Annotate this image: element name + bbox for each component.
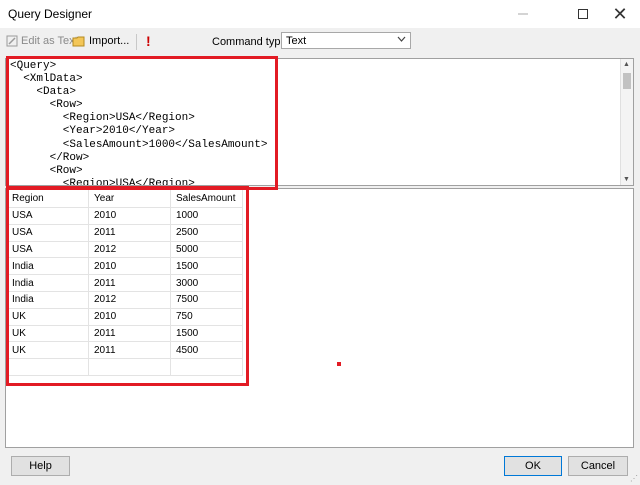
cell-region: UK (6, 341, 89, 360)
table-row[interactable]: UK 2011 4500 (6, 341, 243, 360)
table-row[interactable]: USA 2012 5000 (6, 240, 243, 259)
cell-year: 2010 (88, 257, 171, 276)
chevron-down-icon (397, 34, 406, 45)
cell-region: India (6, 274, 89, 292)
query-line: <Query> (10, 60, 57, 72)
cell-region (6, 358, 89, 376)
run-button[interactable]: ! (146, 32, 151, 50)
cell-year: 2010 (88, 207, 171, 225)
folder-icon (72, 36, 85, 47)
window-title: Query Designer (8, 7, 93, 21)
query-text[interactable]: <Query> <XmlData> <Data> <Row> <Region>U… (6, 59, 633, 186)
toolbar-separator (136, 34, 137, 50)
cell-salesamount: 5000 (170, 240, 243, 259)
query-line: </Row> (10, 151, 90, 164)
cell-region: India (6, 257, 89, 276)
cell-salesamount: 3000 (170, 274, 243, 292)
table-row[interactable]: USA 2010 1000 (6, 207, 243, 225)
cell-year: 2011 (88, 324, 171, 343)
cell-year (88, 358, 171, 376)
minimize-icon (518, 13, 528, 15)
cell-region: India (6, 290, 89, 309)
cancel-button[interactable]: Cancel (568, 456, 628, 476)
column-header-salesamount: SalesAmount (170, 189, 243, 208)
cell-year: 2011 (88, 274, 171, 292)
cell-salesamount: 750 (170, 307, 243, 326)
cell-salesamount (170, 358, 243, 376)
cell-salesamount: 2500 (170, 223, 243, 242)
close-icon: ✕ (612, 3, 628, 24)
cell-year: 2010 (88, 307, 171, 326)
query-line: <Row> (10, 164, 83, 177)
cell-region: UK (6, 307, 89, 326)
cell-year: 2011 (88, 223, 171, 242)
results-grid: Region Year SalesAmount USA 2010 1000 USA 20… (5, 188, 634, 448)
title-bar: Query Designer ✕ (0, 0, 640, 28)
scroll-thumb[interactable] (623, 73, 631, 89)
header-row: Region Year SalesAmount (6, 189, 243, 208)
table-row[interactable]: USA 2011 2500 (6, 223, 243, 242)
close-button[interactable]: ✕ (600, 0, 640, 28)
edit-as-text-label: Edit as Text (21, 35, 78, 47)
table-row[interactable]: India 2010 1500 (6, 257, 243, 276)
query-line: <SalesAmount>1000</SalesAmount> (10, 138, 268, 151)
import-button[interactable]: Import... (72, 32, 129, 50)
query-line: <Row> (10, 99, 83, 112)
query-line: <XmlData> (10, 73, 83, 86)
results-table: Region Year SalesAmount USA 2010 1000 USA 20… (6, 189, 243, 376)
ok-button[interactable]: OK (504, 456, 562, 476)
pencil-icon (6, 35, 18, 47)
query-editor[interactable]: <Query> <XmlData> <Data> <Row> <Region>U… (5, 58, 634, 186)
cell-salesamount: 1000 (170, 207, 243, 225)
cell-year: 2012 (88, 240, 171, 259)
query-line: <Year>2010</Year> (10, 125, 176, 138)
table-row[interactable]: UK 2010 750 (6, 307, 243, 326)
cell-year: 2012 (88, 290, 171, 309)
table-row[interactable]: India 2011 3000 (6, 274, 243, 292)
scroll-up-icon[interactable]: ▲ (623, 61, 630, 68)
command-type-select[interactable]: Text (281, 32, 411, 49)
command-type-label: Command type: (212, 36, 290, 48)
edit-as-text-button[interactable]: Edit as Text (6, 32, 78, 50)
cell-region: USA (6, 240, 89, 259)
resize-grip-icon[interactable]: ⋰ (630, 474, 638, 483)
cell-region: UK (6, 324, 89, 343)
column-header-year: Year (88, 189, 171, 208)
query-line: <Region>USA</Region> (10, 177, 195, 186)
table-row[interactable] (6, 358, 243, 376)
cell-region: USA (6, 207, 89, 225)
red-marker (337, 362, 341, 366)
cell-salesamount: 1500 (170, 324, 243, 343)
cell-salesamount: 7500 (170, 290, 243, 309)
column-header-region: Region (6, 189, 89, 208)
scroll-down-icon[interactable]: ▼ (623, 176, 630, 183)
command-type-value: Text (286, 34, 307, 47)
cell-year: 2011 (88, 341, 171, 360)
import-label: Import... (89, 35, 130, 47)
exclamation-icon: ! (146, 33, 151, 49)
minimize-button[interactable] (500, 0, 546, 28)
query-line: <Region>USA</Region> (10, 112, 195, 125)
maximize-icon (578, 9, 588, 19)
query-line: <Data> (10, 86, 77, 99)
table-row[interactable]: India 2012 7500 (6, 290, 243, 309)
cell-region: USA (6, 223, 89, 242)
help-button[interactable]: Help (11, 456, 70, 476)
cell-salesamount: 4500 (170, 341, 243, 360)
table-row[interactable]: UK 2011 1500 (6, 324, 243, 343)
query-scrollbar[interactable]: ▲ ▼ (620, 59, 633, 185)
cell-salesamount: 1500 (170, 257, 243, 276)
